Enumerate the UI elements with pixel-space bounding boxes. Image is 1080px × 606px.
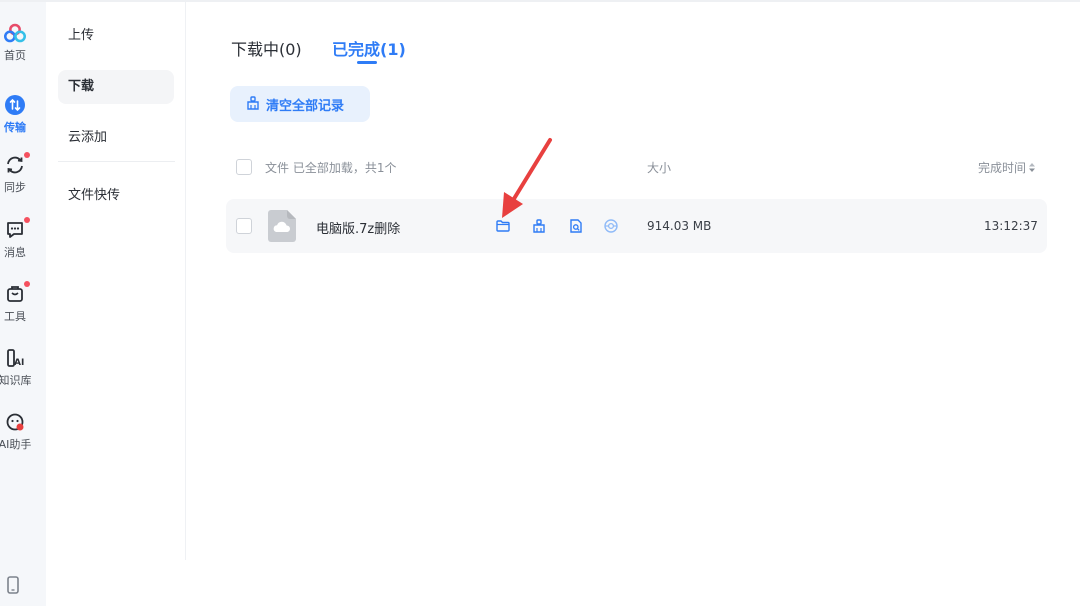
rail-label: AI助手: [0, 438, 32, 451]
baidu-cloud-logo-icon: [4, 22, 26, 44]
subnav-label: 下载: [68, 79, 95, 94]
subnav-label: 云添加: [68, 130, 108, 145]
cloud-file-icon: [268, 210, 296, 242]
transfer-icon: [4, 94, 26, 116]
subnav-item-upload[interactable]: 上传: [58, 19, 174, 53]
size-column-header: 大小: [647, 161, 672, 175]
subnav-label: 上传: [68, 28, 95, 43]
rail-item-home[interactable]: 首页: [0, 22, 30, 63]
tab-downloading[interactable]: 下载中(0): [231, 36, 302, 60]
file-column-header: 文件 已全部加载，共1个: [265, 161, 397, 175]
message-icon: [4, 217, 30, 241]
active-tab-indicator: [357, 61, 377, 64]
subnav-item-cloud-add[interactable]: 云添加: [58, 121, 174, 155]
sort-icon: [1029, 161, 1036, 175]
tab-completed[interactable]: 已完成(1): [332, 36, 406, 60]
rail-label: 同步: [4, 181, 26, 194]
rail-item-knowledge[interactable]: AI 知识库: [0, 347, 32, 388]
open-folder-icon[interactable]: [495, 218, 511, 234]
ai-assistant-icon: [4, 411, 26, 433]
rail-item-messages[interactable]: 消息: [0, 217, 30, 260]
row-checkbox[interactable]: [236, 218, 252, 234]
rail-item-sync[interactable]: 同步: [0, 152, 30, 195]
subnav-item-quick-transfer[interactable]: 文件快传: [58, 179, 174, 213]
time-column-label: 完成时间: [978, 161, 1027, 175]
ai-knowledge-icon: AI: [4, 347, 26, 369]
broom-icon: [246, 95, 260, 114]
subnav-divider: [58, 161, 175, 162]
subnav-label: 文件快传: [68, 188, 121, 203]
time-column-header[interactable]: 完成时间: [978, 159, 1036, 176]
transfer-subnav: 上传 下载 云添加 文件快传: [46, 2, 186, 560]
subnav-item-download[interactable]: 下载: [58, 70, 174, 104]
locate-icon[interactable]: [603, 218, 619, 234]
toolbox-icon: [4, 281, 30, 305]
left-rail: 首页 传输 同步 消息 工具 AI 知识库 AI助手: [0, 2, 46, 606]
clear-record-icon[interactable]: [531, 218, 547, 234]
notification-dot: [24, 217, 30, 223]
file-name[interactable]: 电脑版.7z删除: [316, 218, 400, 237]
notification-dot: [24, 281, 30, 287]
rail-item-assistant[interactable]: AI助手: [0, 411, 32, 452]
svg-text:AI: AI: [14, 358, 24, 368]
phone-icon[interactable]: [5, 576, 21, 598]
rail-item-transfer[interactable]: 传输: [0, 94, 30, 135]
rail-label: 知识库: [0, 374, 32, 387]
sync-icon: [4, 152, 30, 176]
completed-time: 13:12:37: [984, 219, 1038, 233]
file-size: 914.03 MB: [647, 219, 712, 233]
app-window: 首页 传输 同步 消息 工具 AI 知识库 AI助手 上传 下载 云添加 文件快…: [0, 0, 1080, 606]
select-all-checkbox[interactable]: [236, 159, 252, 175]
rail-item-tools[interactable]: 工具: [0, 281, 30, 324]
clear-all-label: 清空全部记录: [266, 98, 345, 114]
search-file-icon[interactable]: [568, 218, 584, 234]
rail-label: 消息: [4, 246, 26, 259]
rail-label: 工具: [4, 310, 26, 323]
rail-label: 首页: [4, 49, 26, 62]
notification-dot: [24, 152, 30, 158]
clear-all-records-button[interactable]: 清空全部记录: [230, 86, 370, 122]
rail-label: 传输: [4, 121, 26, 134]
